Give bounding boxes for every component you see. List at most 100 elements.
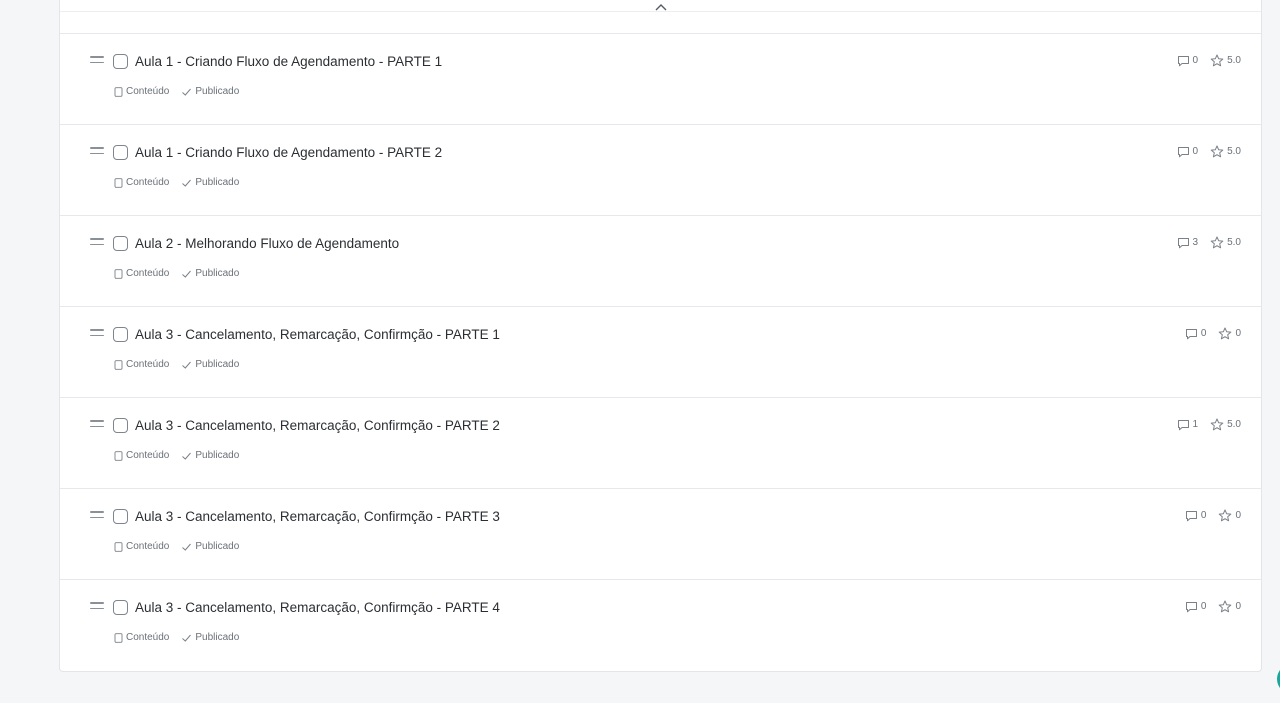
comment-count[interactable]: 0 [1185, 328, 1207, 340]
lesson-row[interactable]: Aula 2 - Melhorando Fluxo de Agendamento… [60, 216, 1261, 307]
comment-icon [1177, 146, 1189, 157]
content-tag: Conteúdo [114, 450, 169, 462]
content-label: Conteúdo [126, 268, 170, 279]
status-tag: Publicado [181, 177, 239, 189]
status-tag: Publicado [181, 268, 239, 280]
rating-value: 5.0 [1227, 146, 1241, 157]
content-tag: Conteúdo [114, 632, 169, 644]
lesson-title[interactable]: Aula 2 - Melhorando Fluxo de Agendamento [135, 236, 399, 252]
content-label: Conteúdo [126, 86, 170, 97]
lesson-checkbox[interactable] [113, 509, 128, 524]
comment-count-value: 0 [1192, 146, 1199, 157]
status-tag: Publicado [181, 450, 239, 462]
check-icon [182, 361, 192, 369]
content-label: Conteúdo [126, 541, 170, 552]
lesson-row[interactable]: Aula 3 - Cancelamento, Remarcação, Confi… [60, 307, 1261, 398]
comment-count-value: 0 [1200, 328, 1207, 339]
star-icon [1219, 327, 1232, 340]
lesson-meta: Conteúdo Publicado [114, 632, 251, 644]
comment-count-value: 0 [1192, 55, 1199, 66]
comment-icon [1185, 328, 1197, 339]
lesson-row[interactable]: Aula 1 - Criando Fluxo de Agendamento - … [60, 125, 1261, 216]
lesson-checkbox[interactable] [113, 600, 128, 615]
star-icon [1210, 236, 1224, 249]
drag-handle-icon[interactable] [90, 420, 104, 430]
status-label: Publicado [195, 268, 240, 279]
drag-handle-icon[interactable] [90, 602, 104, 612]
drag-handle-icon[interactable] [90, 56, 104, 66]
lesson-row[interactable]: Aula 3 - Cancelamento, Remarcação, Confi… [60, 489, 1261, 580]
comment-count[interactable]: 0 [1177, 55, 1199, 67]
lesson-checkbox[interactable] [113, 327, 128, 342]
content-tag: Conteúdo [114, 177, 169, 189]
rating-value: 0 [1235, 328, 1241, 339]
rating[interactable]: 0 [1218, 509, 1241, 522]
comment-count[interactable]: 0 [1177, 146, 1199, 158]
lesson-title[interactable]: Aula 3 - Cancelamento, Remarcação, Confi… [135, 327, 500, 343]
rating[interactable]: 5.0 [1210, 145, 1241, 158]
drag-handle-icon[interactable] [90, 238, 104, 248]
document-icon [114, 269, 123, 279]
content-label: Conteúdo [126, 177, 170, 188]
lesson-checkbox[interactable] [113, 236, 128, 251]
comment-count[interactable]: 0 [1185, 510, 1206, 522]
lesson-checkbox[interactable] [113, 418, 128, 433]
star-icon [1210, 418, 1224, 431]
lesson-checkbox[interactable] [113, 145, 128, 160]
rating[interactable]: 5.0 [1210, 418, 1241, 431]
rating[interactable]: 0 [1218, 327, 1241, 340]
drag-handle-icon[interactable] [90, 511, 104, 521]
rating[interactable]: 5.0 [1210, 236, 1241, 249]
lesson-row[interactable]: Aula 1 - Criando Fluxo de Agendamento - … [60, 34, 1261, 125]
status-tag: Publicado [181, 541, 239, 553]
lesson-row[interactable]: Aula 3 - Cancelamento, Remarcação, Confi… [60, 580, 1261, 671]
comment-count[interactable]: 1 [1177, 419, 1199, 431]
check-icon [182, 634, 192, 642]
rating[interactable]: 5.0 [1210, 54, 1241, 67]
comment-icon [1177, 237, 1189, 248]
star-icon [1219, 600, 1232, 613]
drag-handle-icon[interactable] [90, 329, 104, 339]
content-label: Conteúdo [126, 359, 170, 370]
comment-icon [1177, 419, 1189, 430]
check-icon [182, 88, 192, 96]
comment-count[interactable]: 3 [1177, 237, 1198, 249]
rating-value: 5.0 [1227, 419, 1241, 430]
star-icon [1210, 145, 1224, 158]
lesson-title[interactable]: Aula 1 - Criando Fluxo de Agendamento - … [135, 54, 442, 70]
content-tag: Conteúdo [114, 359, 169, 371]
status-tag: Publicado [181, 359, 239, 371]
rating[interactable]: 0 [1218, 600, 1241, 613]
drag-handle-icon[interactable] [90, 147, 104, 157]
lesson-title[interactable]: Aula 3 - Cancelamento, Remarcação, Confi… [135, 418, 500, 434]
status-label: Publicado [195, 359, 240, 370]
chevron-up-icon[interactable] [653, 0, 669, 12]
star-icon [1210, 54, 1224, 67]
lesson-stats: 0 0 [1173, 509, 1241, 522]
comment-count[interactable]: 0 [1185, 601, 1206, 613]
lesson-checkbox[interactable] [113, 54, 128, 69]
lesson-title[interactable]: Aula 1 - Criando Fluxo de Agendamento - … [135, 145, 442, 161]
lesson-stats: 0 5.0 [1165, 145, 1241, 158]
status-tag: Publicado [181, 86, 239, 98]
lesson-title[interactable]: Aula 3 - Cancelamento, Remarcação, Confi… [135, 509, 500, 525]
status-label: Publicado [195, 632, 240, 643]
content-label: Conteúdo [126, 450, 170, 461]
lesson-meta: Conteúdo Publicado [114, 86, 251, 98]
document-icon [114, 178, 123, 188]
comment-count-value: 1 [1192, 419, 1199, 430]
lesson-row[interactable]: Aula 3 - Cancelamento, Remarcação, Confi… [60, 398, 1261, 489]
lesson-meta: Conteúdo Publicado [114, 359, 251, 371]
lesson-list: Aula 1 - Criando Fluxo de Agendamento - … [60, 34, 1261, 671]
lesson-title[interactable]: Aula 3 - Cancelamento, Remarcação, Confi… [135, 600, 500, 616]
lessons-panel: Aula 1 - Criando Fluxo de Agendamento - … [59, 0, 1262, 672]
document-icon [114, 360, 123, 370]
status-tag: Publicado [181, 632, 239, 644]
star-icon [1219, 509, 1232, 522]
lesson-meta: Conteúdo Publicado [114, 450, 251, 462]
lesson-meta: Conteúdo Publicado [114, 541, 251, 553]
document-icon [114, 451, 123, 461]
comment-icon [1177, 55, 1189, 66]
status-label: Publicado [195, 177, 240, 188]
comment-icon [1185, 510, 1197, 521]
